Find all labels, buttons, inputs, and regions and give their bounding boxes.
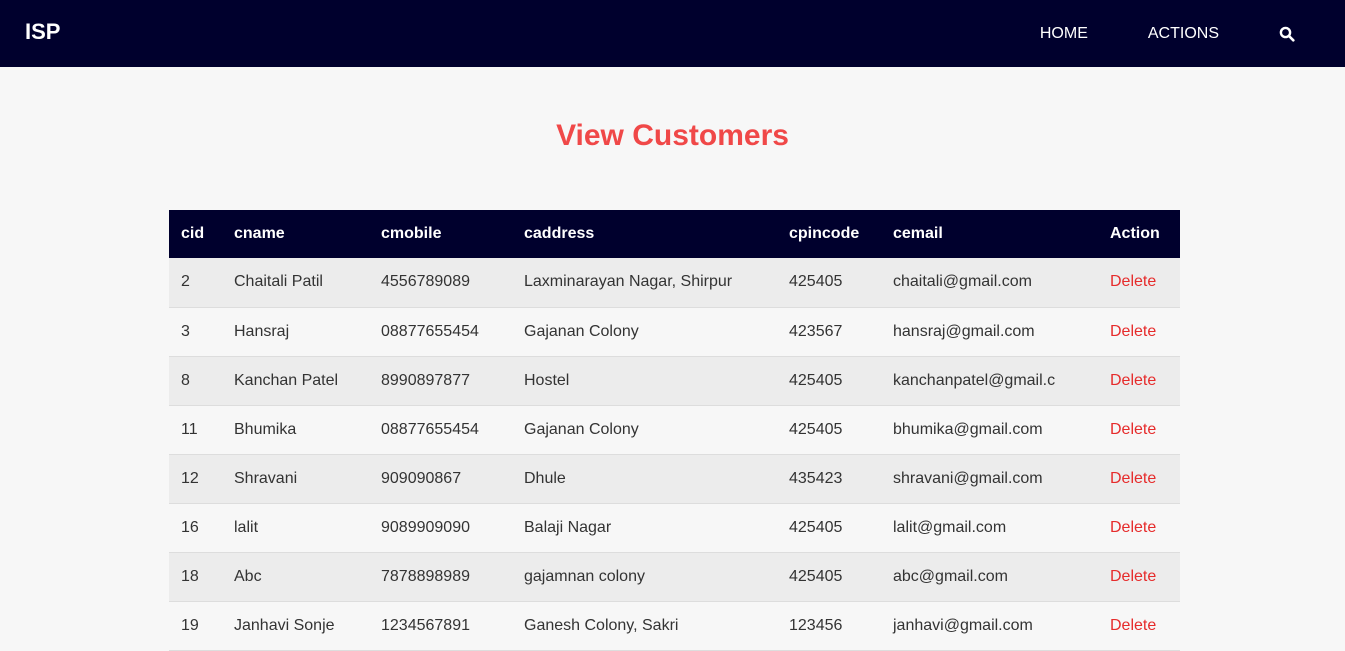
table-header: cid cname cmobile caddress cpincode cema… <box>169 210 1180 258</box>
header-cmobile: cmobile <box>381 225 442 242</box>
cell-cpincode: 425405 <box>789 567 843 585</box>
header-caddress: caddress <box>524 225 595 242</box>
cell-cmobile: 909090867 <box>381 469 462 487</box>
search-icon[interactable] <box>1279 26 1295 42</box>
cell-cmobile: 8990897877 <box>381 371 470 389</box>
table-row: 11 Bhumika 08877655454 Gajanan Colony 42… <box>169 405 1180 454</box>
table-row: 3 Hansraj 08877655454 Gajanan Colony 423… <box>169 307 1180 356</box>
cell-action: Delete <box>1098 258 1180 307</box>
cell-cname: Shravani <box>234 469 298 487</box>
cell-cname: Abc <box>234 567 262 585</box>
header-cname: cname <box>234 225 285 242</box>
cell-action: Delete <box>1098 307 1180 356</box>
cell-cmobile: 4556789089 <box>381 273 470 291</box>
cell-cemail: abc@gmail.com <box>893 567 1008 585</box>
table-body: 2 Chaitali Patil 4556789089 Laxminarayan… <box>169 258 1180 650</box>
cell-cemail: lalit@gmail.com <box>893 518 1007 536</box>
cell-cemail: janhavi@gmail.com <box>893 616 1033 634</box>
nav-links: HOME ACTIONS <box>1040 0 1345 67</box>
cell-cname: Bhumika <box>234 420 297 438</box>
cell-action: Delete <box>1098 356 1180 405</box>
cell-cid: 16 <box>181 518 199 536</box>
nav-actions-link[interactable]: ACTIONS <box>1148 25 1219 43</box>
cell-action: Delete <box>1098 454 1180 503</box>
delete-link[interactable]: Delete <box>1110 421 1156 438</box>
header-cemail: cemail <box>893 225 943 242</box>
cell-caddress: Hostel <box>524 371 570 389</box>
brand-logo[interactable]: ISP <box>25 19 60 45</box>
delete-link[interactable]: Delete <box>1110 617 1156 634</box>
delete-link[interactable]: Delete <box>1110 568 1156 585</box>
cell-caddress: Gajanan Colony <box>524 420 639 438</box>
table-row: 12 Shravani 909090867 Dhule 435423 shrav… <box>169 454 1180 503</box>
delete-link[interactable]: Delete <box>1110 519 1156 536</box>
cell-cpincode: 123456 <box>789 616 843 634</box>
customers-table: cid cname cmobile caddress cpincode cema… <box>169 210 1180 651</box>
cell-cid: 8 <box>181 371 190 389</box>
cell-cpincode: 423567 <box>789 322 843 340</box>
cell-caddress: Laxminarayan Nagar, Shirpur <box>524 273 733 291</box>
cell-cname: Janhavi Sonje <box>234 616 335 634</box>
cell-cemail: hansraj@gmail.com <box>893 322 1035 340</box>
cell-cpincode: 425405 <box>789 420 843 438</box>
cell-cpincode: 425405 <box>789 273 843 291</box>
table-header-row: cid cname cmobile caddress cpincode cema… <box>169 210 1180 258</box>
cell-cmobile: 08877655454 <box>381 322 479 340</box>
cell-cid: 3 <box>181 322 190 340</box>
table-row: 18 Abc 7878898989 gajamnan colony 425405… <box>169 552 1180 601</box>
cell-action: Delete <box>1098 503 1180 552</box>
cell-cname: Hansraj <box>234 322 290 340</box>
cell-cmobile: 7878898989 <box>381 567 470 585</box>
header-action: Action <box>1110 225 1160 242</box>
cell-cid: 18 <box>181 567 199 585</box>
cell-caddress: gajamnan colony <box>524 567 645 585</box>
cell-cname: lalit <box>234 518 259 536</box>
delete-link[interactable]: Delete <box>1110 273 1156 290</box>
cell-cname: Kanchan Patel <box>234 371 339 389</box>
nav-home-link[interactable]: HOME <box>1040 25 1088 43</box>
cell-cid: 12 <box>181 469 199 487</box>
cell-cname: Chaitali Patil <box>234 273 323 291</box>
cell-caddress: Dhule <box>524 469 566 487</box>
table-row: 19 Janhavi Sonje 1234567891 Ganesh Colon… <box>169 601 1180 650</box>
cell-action: Delete <box>1098 552 1180 601</box>
cell-cpincode: 425405 <box>789 371 843 389</box>
cell-cid: 19 <box>181 616 199 634</box>
cell-cemail: chaitali@gmail.com <box>893 273 1032 291</box>
cell-action: Delete <box>1098 601 1180 650</box>
cell-cpincode: 425405 <box>789 518 843 536</box>
page-title: View Customers <box>556 119 789 152</box>
table-row: 16 lalit 9089909090 Balaji Nagar 425405 … <box>169 503 1180 552</box>
cell-cemail: bhumika@gmail.com <box>893 420 1043 438</box>
cell-cid: 11 <box>181 420 198 438</box>
cell-cid: 2 <box>181 273 190 291</box>
cell-cmobile: 9089909090 <box>381 518 470 536</box>
table-row: 8 Kanchan Patel 8990897877 Hostel 425405… <box>169 356 1180 405</box>
header-cid: cid <box>181 225 205 242</box>
cell-cemail: kanchanpatel@gmail.c <box>893 371 1056 389</box>
top-navbar: ISP HOME ACTIONS <box>0 0 1345 67</box>
cell-caddress: Gajanan Colony <box>524 322 639 340</box>
cell-caddress: Ganesh Colony, Sakri <box>524 616 679 634</box>
cell-cpincode: 435423 <box>789 469 843 487</box>
cell-cmobile: 08877655454 <box>381 420 479 438</box>
cell-caddress: Balaji Nagar <box>524 518 612 536</box>
delete-link[interactable]: Delete <box>1110 323 1156 340</box>
cell-action: Delete <box>1098 405 1180 454</box>
cell-cmobile: 1234567891 <box>381 616 470 634</box>
cell-cemail: shravani@gmail.com <box>893 469 1043 487</box>
delete-link[interactable]: Delete <box>1110 470 1156 487</box>
delete-link[interactable]: Delete <box>1110 372 1156 389</box>
header-cpincode: cpincode <box>789 225 860 242</box>
table-row: 2 Chaitali Patil 4556789089 Laxminarayan… <box>169 258 1180 307</box>
